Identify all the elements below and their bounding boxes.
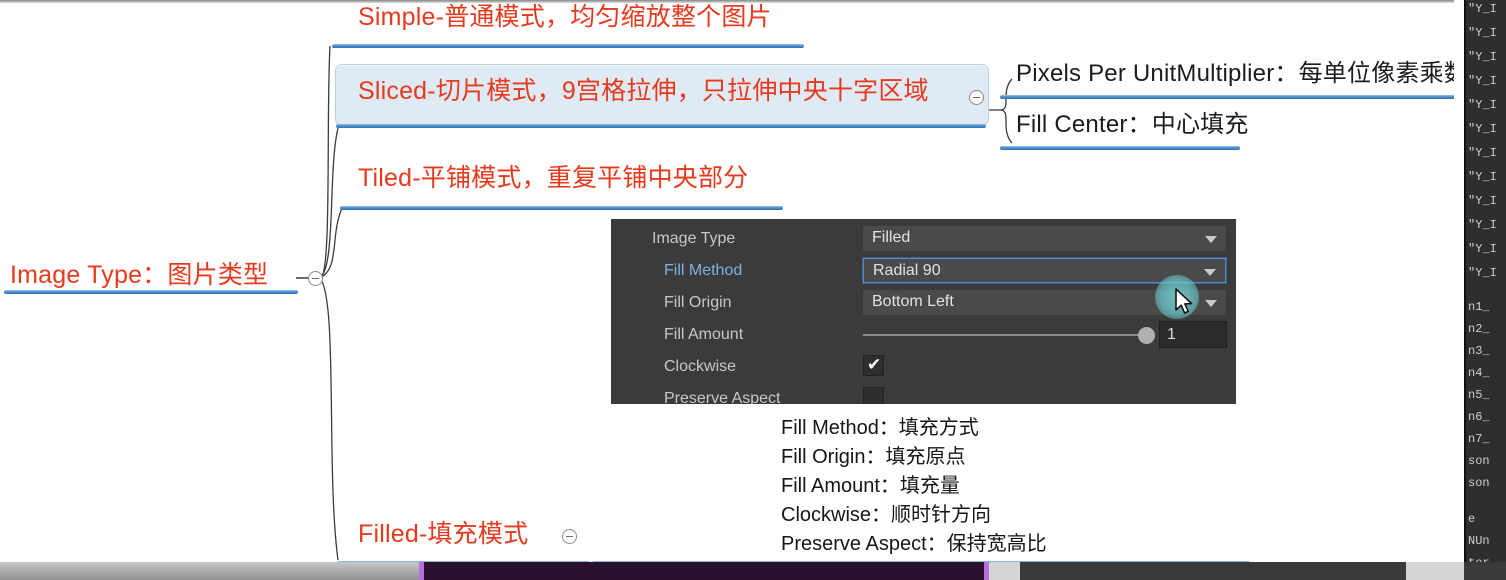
inspector-label-fill-origin: Fill Origin <box>664 294 732 311</box>
legend-line: Preserve Aspect：保持宽高比 <box>781 533 1047 555</box>
fill-amount-value: 1 <box>1167 326 1176 343</box>
inspector-row-fill-amount[interactable]: Fill Amount 1 <box>611 319 1236 351</box>
inspector-label-fill-method: Fill Method <box>664 262 743 279</box>
right-code-panel[interactable]: "Y_I "Y_I "Y_I "Y_I "Y_I "Y_I "Y_I "Y_I … <box>1464 0 1506 580</box>
mindmap-node-pixels-per-unit-multiplier-underline <box>1000 95 1480 99</box>
mindmap-node-sliced-underline <box>336 124 986 128</box>
code-line: n3_ <box>1468 344 1490 358</box>
right-panel-white-gap <box>1454 0 1464 527</box>
taskbar-segment[interactable] <box>1406 562 1464 580</box>
code-line: n1_ <box>1468 300 1490 314</box>
inspector-label-fill-amount: Fill Amount <box>664 326 744 343</box>
mindmap-node-fill-center-underline <box>1000 146 1240 150</box>
code-line: son <box>1468 476 1490 490</box>
mindmap-root-node[interactable]: Image Type：图片类型 <box>10 263 268 288</box>
mindmap-node-tiled-underline <box>340 206 783 210</box>
collapse-handle-sliced[interactable] <box>969 90 984 105</box>
mindmap-node-sliced-label: Sliced-切片模式，9宫格拉伸，只拉伸中央十字区域 <box>358 77 929 105</box>
legend-line: Fill Method：填充方式 <box>781 417 979 439</box>
inspector-row-preserve-aspect[interactable]: Preserve Aspect <box>611 383 1236 404</box>
collapse-handle-root[interactable] <box>308 271 323 286</box>
code-line: "Y_I <box>1468 242 1497 256</box>
code-line: NUn <box>1468 534 1490 548</box>
mindmap-node-simple-label: Simple-普通模式，均匀缩放整个图片 <box>358 3 772 31</box>
mindmap-node-filled[interactable]: Filled-填充模式 <box>358 522 528 547</box>
code-line: "Y_I <box>1468 98 1497 112</box>
code-line: "Y_I <box>1468 218 1497 232</box>
mindmap-root-label: Image Type：图片类型 <box>10 261 269 289</box>
code-line: "Y_I <box>1468 266 1497 280</box>
taskbar-segment[interactable] <box>1464 562 1506 580</box>
mindmap-node-tiled-label: Tiled-平铺模式，重复平铺中央部分 <box>358 164 749 192</box>
code-line: n5_ <box>1468 388 1490 402</box>
code-line: "Y_I <box>1468 146 1497 160</box>
inspector-dropdown-image-type-value: Filled <box>872 229 911 246</box>
inspector-row-clockwise[interactable]: Clockwise ✔ <box>611 351 1236 383</box>
taskbar-segment[interactable] <box>0 562 419 580</box>
taskbar-segment-active[interactable] <box>424 562 984 580</box>
code-line: "Y_I <box>1468 2 1497 16</box>
inspector-dropdown-fill-method-value: Radial 90 <box>873 262 941 279</box>
code-line: "Y_I <box>1468 50 1497 64</box>
unity-inspector-panel[interactable]: Image Type Filled Fill Method Radial 90 … <box>611 219 1236 404</box>
taskbar-segment[interactable] <box>989 562 1020 580</box>
chevron-down-icon <box>1204 269 1216 276</box>
mouse-pointer-icon <box>1175 288 1193 314</box>
inspector-dropdown-fill-origin-value: Bottom Left <box>872 293 954 310</box>
code-line: "Y_I <box>1468 122 1497 136</box>
mindmap-root-underline <box>4 290 298 294</box>
legend-line: Fill Origin：填充原点 <box>781 446 966 468</box>
fill-amount-slider-track[interactable] <box>863 334 1146 336</box>
code-line: "Y_I <box>1468 26 1497 40</box>
clockwise-checkbox[interactable]: ✔ <box>863 355 884 376</box>
inspector-row-fill-method[interactable]: Fill Method Radial 90 <box>611 255 1236 287</box>
legend-line: Clockwise：顺时针方向 <box>781 504 992 526</box>
inspector-label-clockwise: Clockwise <box>664 358 737 375</box>
chevron-down-icon <box>1205 236 1217 243</box>
code-line: n2_ <box>1468 322 1490 336</box>
code-line: "Y_I <box>1468 194 1497 208</box>
mindmap-node-simple-underline <box>332 44 804 48</box>
fill-amount-value-field[interactable]: 1 <box>1159 321 1227 348</box>
inspector-label-image-type: Image Type <box>652 230 736 247</box>
mindmap-node-tiled[interactable]: Tiled-平铺模式，重复平铺中央部分 <box>358 166 748 191</box>
chevron-down-icon <box>1205 300 1217 307</box>
fill-amount-slider-knob[interactable] <box>1138 327 1155 344</box>
collapse-handle-filled[interactable] <box>562 529 577 544</box>
code-line: n6_ <box>1468 410 1490 424</box>
code-line: n7_ <box>1468 432 1490 446</box>
inspector-row-image-type[interactable]: Image Type Filled <box>611 223 1236 255</box>
legend-line: Fill Amount：填充量 <box>781 475 960 497</box>
inspector-label-preserve-aspect: Preserve Aspect <box>664 390 781 404</box>
code-line: "Y_I <box>1468 74 1497 88</box>
legend-block: Fill Method：填充方式 Fill Origin：填充原点 Fill A… <box>781 414 1047 559</box>
code-line: "Y_I <box>1468 170 1497 184</box>
mindmap-node-pixels-per-unit-multiplier-label: Pixels Per UnitMultiplier：每单位像素乘数 <box>1016 60 1469 87</box>
inspector-row-fill-origin[interactable]: Fill Origin Bottom Left <box>611 287 1236 319</box>
mindmap-node-sliced[interactable]: Sliced-切片模式，9宫格拉伸，只拉伸中央十字区域 <box>358 79 929 104</box>
mindmap-node-simple[interactable]: Simple-普通模式，均匀缩放整个图片 <box>358 5 772 30</box>
taskbar-segment[interactable] <box>1020 562 1406 580</box>
inspector-dropdown-image-type[interactable]: Filled <box>863 226 1226 251</box>
mindmap-canvas: Image Type：图片类型 Simple-普通模式，均匀缩放整个图片 Sli… <box>0 0 1506 580</box>
taskbar[interactable] <box>0 562 1506 580</box>
mindmap-node-filled-label: Filled-填充模式 <box>358 520 529 548</box>
mindmap-node-pixels-per-unit-multiplier[interactable]: Pixels Per UnitMultiplier：每单位像素乘数 <box>1016 62 1468 86</box>
code-line: n4_ <box>1468 366 1490 380</box>
mindmap-node-fill-center[interactable]: Fill Center：中心填充 <box>1016 113 1249 137</box>
mindmap-node-fill-center-label: Fill Center：中心填充 <box>1016 111 1249 138</box>
right-panel-edge <box>1464 0 1466 580</box>
code-line: e <box>1468 512 1476 526</box>
preserve-aspect-checkbox[interactable] <box>863 387 884 404</box>
code-line: son <box>1468 454 1490 468</box>
checkmark-icon: ✔ <box>867 355 882 374</box>
